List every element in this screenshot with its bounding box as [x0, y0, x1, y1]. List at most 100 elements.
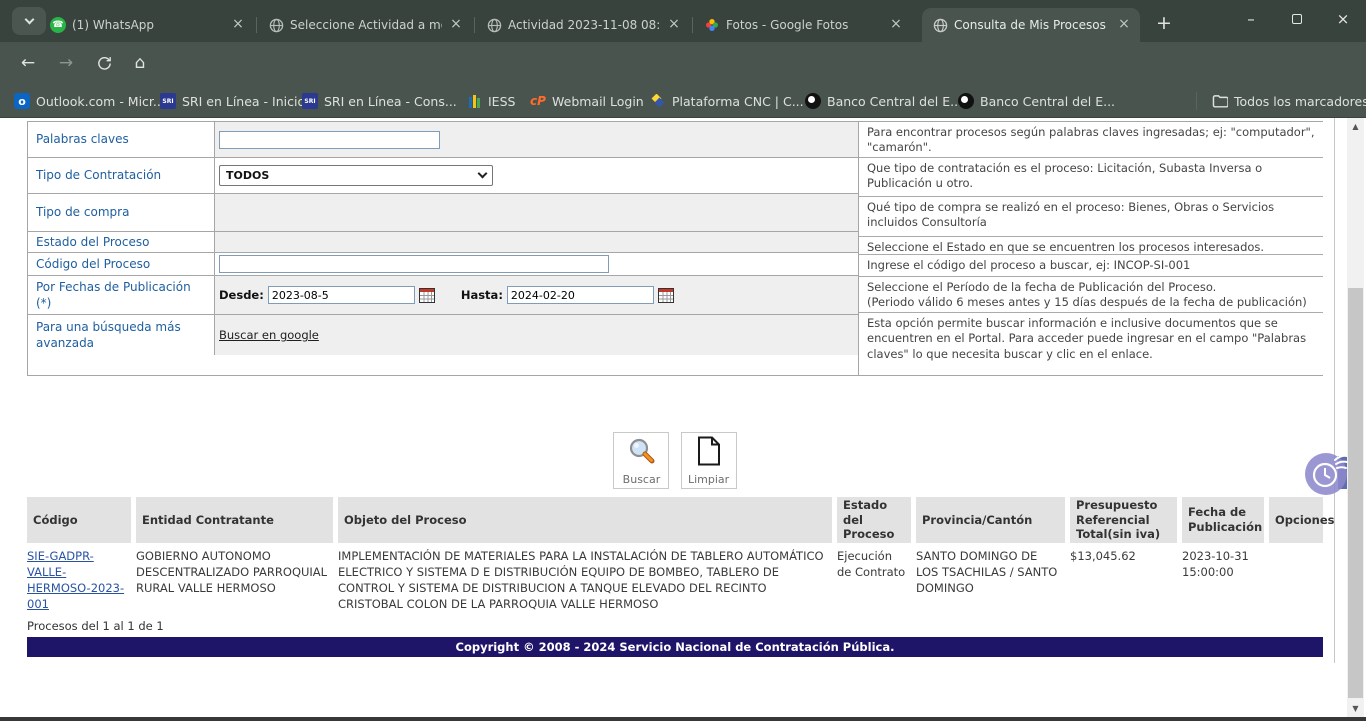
calendar-icon[interactable]	[419, 288, 435, 303]
bookmark-banco-central-2[interactable]: Banco Central del E...	[958, 91, 1115, 111]
tab-google-fotos[interactable]: Fotos - Google Fotos ×	[694, 8, 912, 42]
column-header-presupuesto[interactable]: Presupuesto Referencial Total(sin iva)	[1070, 497, 1177, 543]
help-text: Para encontrar procesos según palabras c…	[859, 122, 1323, 158]
search-form: Palabras claves Tipo de Contratación TOD…	[27, 121, 1323, 376]
calendar-icon[interactable]	[658, 288, 674, 303]
bookmark-sri-consultas[interactable]: SRI SRI en Línea - Cons...	[302, 91, 457, 111]
help-text: Qué tipo de compra se realizó en el proc…	[859, 197, 1323, 237]
button-label: Buscar	[623, 473, 661, 486]
help-line: Seleccione el Período de la fecha de Pub…	[867, 280, 1315, 295]
selected-option: TODOS	[226, 169, 479, 182]
column-header-fecha[interactable]: Fecha de Publicación	[1182, 497, 1264, 543]
palabras-claves-input[interactable]	[219, 131, 440, 149]
tab-consulta-procesos-active[interactable]: Consulta de Mis Procesos ×	[922, 8, 1140, 42]
minimize-button[interactable]: –	[1228, 0, 1274, 38]
maximize-button[interactable]	[1274, 0, 1320, 38]
form-row-fechas: Por Fechas de Publicación (*) Desde: Has…	[28, 276, 858, 315]
limpiar-button[interactable]: Limpiar	[681, 432, 737, 489]
cell-provincia: SANTO DOMINGO DE LOS TSACHILAS / SANTO D…	[916, 549, 1065, 597]
bookmark-label: Plataforma CNC | C...	[672, 94, 804, 109]
column-header-opciones[interactable]: Opciones	[1269, 497, 1323, 543]
help-text: Seleccione el Período de la fecha de Pub…	[859, 277, 1323, 313]
column-header-codigo[interactable]: Código	[27, 497, 131, 543]
help-text: Seleccione el Estado en que se encuentre…	[859, 237, 1323, 255]
winged-clock-icon	[1304, 450, 1352, 496]
form-row-palabras: Palabras claves	[28, 122, 858, 158]
column-header-entidad[interactable]: Entidad Contratante	[136, 497, 333, 543]
back-button[interactable]: ←	[14, 49, 42, 77]
chevron-down-icon	[24, 15, 34, 25]
tab-actividad[interactable]: Actividad 2023-11-08 08:00:0 ×	[476, 8, 690, 42]
close-icon[interactable]: ×	[666, 17, 682, 33]
bookmark-plataforma-cnc[interactable]: Plataforma CNC | C...	[650, 91, 804, 111]
forward-button[interactable]: →	[52, 49, 80, 77]
bookmark-sri-inicio[interactable]: SRI SRI en Línea - Inicio	[160, 91, 305, 111]
button-label: Limpiar	[688, 473, 729, 486]
iess-icon	[466, 93, 482, 109]
close-window-button[interactable]: ×	[1320, 0, 1366, 38]
bookmark-label: Banco Central del E...	[980, 94, 1115, 109]
sri-icon: SRI	[160, 93, 176, 109]
sri-icon: SRI	[302, 93, 318, 109]
form-row-estado: Estado del Proceso	[28, 232, 858, 253]
buscar-button[interactable]: Buscar	[613, 432, 669, 489]
tab-separator	[474, 17, 475, 33]
hasta-label: Hasta:	[461, 288, 503, 302]
browser-window: ☎ (1) WhatsApp × Seleccione Actividad a …	[0, 0, 1366, 721]
scroll-down-arrow[interactable]: ▼	[1347, 704, 1364, 713]
tab-title: Fotos - Google Fotos	[726, 18, 882, 32]
close-icon[interactable]: ×	[448, 17, 464, 33]
field-label: Palabras claves	[28, 122, 214, 157]
tab-separator	[256, 17, 257, 33]
cell-codigo: SIE-GADPR-VALLE-HERMOSO-2023-001	[27, 549, 131, 612]
close-icon[interactable]: ×	[230, 17, 246, 33]
close-icon[interactable]: ×	[1116, 17, 1132, 33]
window-controls: – ×	[1228, 0, 1366, 42]
scrollbar-thumb[interactable]	[1348, 288, 1363, 698]
form-row-busqueda-avanzada: Para una búsqueda más avanzada Buscar en…	[28, 315, 858, 355]
form-row-tipo-compra: Tipo de compra	[28, 194, 858, 232]
vertical-scrollbar[interactable]: ▲ ▼	[1347, 118, 1364, 717]
buscar-en-google-link[interactable]: Buscar en google	[219, 328, 319, 342]
google-photos-icon	[704, 17, 720, 33]
copyright-text: Copyright © 2008 - 2024 Servicio Naciona…	[456, 640, 895, 654]
bookmark-webmail[interactable]: cP Webmail Login	[530, 91, 644, 111]
fecha-hasta-input[interactable]	[507, 286, 654, 304]
globe-icon	[486, 17, 502, 33]
bookmark-banco-central-1[interactable]: Banco Central del E...	[805, 91, 962, 111]
new-tab-button[interactable]: +	[1150, 9, 1178, 37]
bookmark-label: Outlook.com - Micr...	[36, 94, 165, 109]
proceso-link[interactable]: SIE-GADPR-VALLE-HERMOSO-2023-001	[27, 549, 124, 611]
form-row-contratacion: Tipo de Contratación TODOS	[28, 158, 858, 194]
bookmark-label: Todos los marcadores	[1234, 94, 1366, 109]
all-bookmarks-button[interactable]: Todos los marcadores	[1212, 91, 1366, 111]
whatsapp-icon: ☎	[50, 17, 66, 33]
tab-separator	[692, 17, 693, 33]
bookmark-iess[interactable]: IESS	[466, 91, 515, 111]
column-header-provincia[interactable]: Provincia/Cantón	[916, 497, 1065, 543]
tipo-contratacion-select[interactable]: TODOS	[219, 165, 493, 186]
codigo-proceso-input[interactable]	[219, 255, 609, 273]
reload-button[interactable]	[90, 49, 118, 77]
results-summary: Procesos del 1 al 1 de 1	[27, 619, 164, 633]
close-icon[interactable]: ×	[888, 17, 904, 33]
tab-whatsapp[interactable]: ☎ (1) WhatsApp ×	[40, 8, 254, 42]
scroll-up-arrow[interactable]: ▲	[1347, 122, 1364, 131]
fecha-desde-input[interactable]	[268, 286, 415, 304]
field-label: Tipo de Contratación	[28, 158, 214, 193]
tab-seleccione-actividad[interactable]: Seleccione Actividad a modif ×	[258, 8, 472, 42]
help-text: Ingrese el código del proceso a buscar, …	[859, 255, 1323, 277]
form-fields: Palabras claves Tipo de Contratación TOD…	[28, 122, 858, 375]
home-button[interactable]: ⌂	[126, 49, 154, 77]
bookmark-outlook[interactable]: o Outlook.com - Micr...	[14, 91, 165, 111]
column-header-estado[interactable]: Estado del Proceso	[837, 497, 911, 543]
bookmark-label: IESS	[488, 94, 515, 109]
globe-icon	[268, 17, 284, 33]
help-text: Esta opción permite buscar información e…	[859, 313, 1323, 371]
page-border	[1334, 118, 1335, 663]
column-header-objeto[interactable]: Objeto del Proceso	[338, 497, 832, 543]
cpanel-icon: cP	[530, 93, 546, 109]
bookmark-label: SRI en Línea - Cons...	[324, 94, 457, 109]
footer-bar: Copyright © 2008 - 2024 Servicio Naciona…	[27, 637, 1323, 657]
tab-title: Actividad 2023-11-08 08:00:0	[508, 18, 660, 32]
